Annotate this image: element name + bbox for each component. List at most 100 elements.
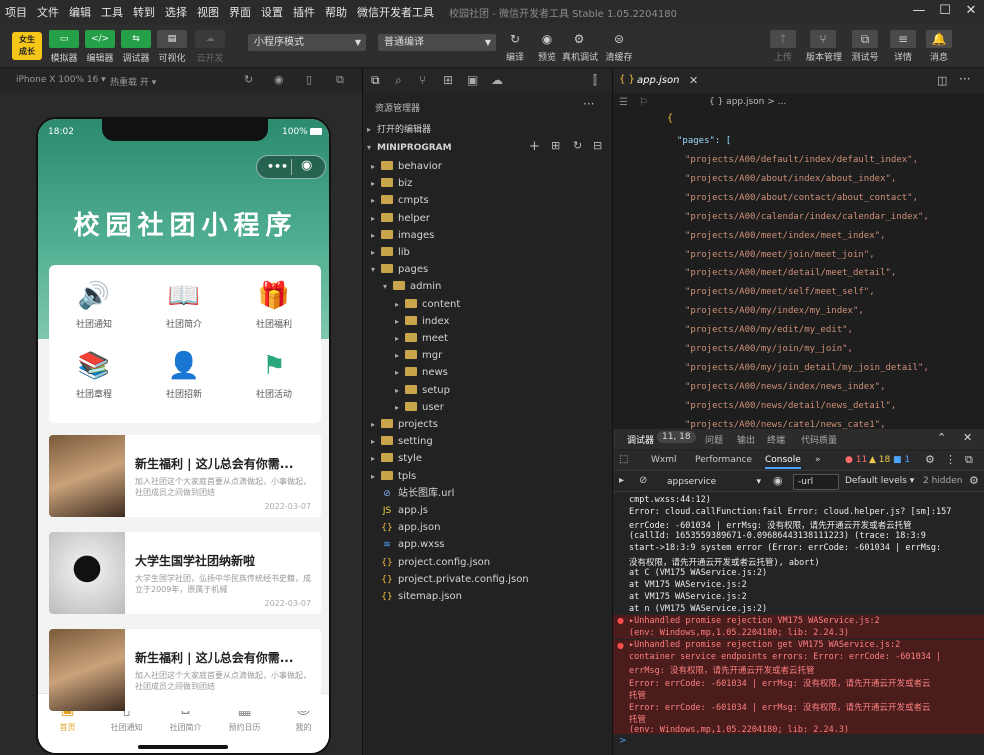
refresh-icon[interactable]: ↻ — [573, 139, 582, 152]
action-button-2[interactable]: ⚙ 真机调试 — [562, 30, 598, 63]
mode-button-0[interactable]: ▭ 模拟器 — [46, 30, 82, 64]
more-icon[interactable]: ⋮ — [945, 453, 956, 466]
files-icon[interactable]: ⧉ — [371, 73, 380, 88]
grid-item-4[interactable]: 👤 社团招新 — [139, 349, 229, 400]
eye-icon[interactable]: ◉ — [773, 474, 783, 487]
close-mini-icon[interactable]: ◉ — [301, 158, 312, 173]
tree-item-user[interactable]: ▸ user — [395, 399, 444, 416]
split-icon[interactable]: ⫿ — [593, 73, 597, 88]
record-icon[interactable]: ◉ — [274, 73, 284, 86]
menu-item-7[interactable]: 界面 — [224, 4, 256, 20]
tree-item-setup[interactable]: ▸ setup — [395, 382, 450, 399]
tree-item-news[interactable]: ▸ news — [395, 364, 448, 381]
news-item[interactable]: 大学生国学社团纳新啦 大学生国学社团，弘扬中华民族传统经书史籍，成立于2009年，… — [49, 532, 321, 614]
search-icon[interactable]: ⌕ — [395, 73, 402, 88]
list-icon[interactable]: ☰ — [619, 97, 628, 108]
tree-item-projects[interactable]: ▸ projects — [371, 416, 438, 433]
close-tab-icon[interactable]: ✕ — [689, 74, 698, 87]
warning-count[interactable]: ▲ 18 — [869, 455, 890, 465]
tree-item-app-js[interactable]: JS app.js — [371, 502, 428, 519]
menu-item-9[interactable]: 插件 — [288, 4, 320, 20]
right-action-4[interactable]: 🔔 消息 — [922, 30, 956, 63]
mini-program-capsule[interactable]: ••• ◉ — [256, 155, 326, 179]
tree-item-style[interactable]: ▸ style — [371, 450, 422, 467]
action-button-0[interactable]: ↻ 编译 — [498, 30, 532, 63]
menu-item-10[interactable]: 帮助 — [320, 4, 352, 20]
panel-tab-1[interactable]: 输出 — [737, 433, 755, 446]
mode-button-2[interactable]: ⇆ 调试器 — [118, 30, 154, 64]
menu-item-0[interactable]: 项目 — [0, 4, 32, 20]
dock-icon[interactable]: ⧉ — [965, 453, 973, 467]
grid-item-2[interactable]: 🎁 社团福利 — [229, 279, 319, 330]
device-select[interactable]: iPhone X 100% 16 ▾ — [16, 75, 106, 85]
context-select[interactable]: appservice ▾ — [661, 474, 765, 490]
panel-tab-0[interactable]: 问题 — [705, 433, 723, 446]
grid-item-5[interactable]: ⚑ 社团活动 — [229, 349, 319, 400]
tree-item-admin[interactable]: ▾ admin — [383, 278, 441, 295]
menu-item-4[interactable]: 转到 — [128, 4, 160, 20]
grid-item-0[interactable]: 🔊 社团通知 — [49, 279, 139, 330]
tree-item-sitemap-json[interactable]: {} sitemap.json — [371, 588, 462, 605]
news-item[interactable]: 新生福利 | 这儿总会有你需... 加入社团这个大家庭首要从点滴做起，小事做起，社… — [49, 629, 321, 711]
cloud-icon[interactable]: ☁ — [491, 73, 503, 87]
tree-item-project-config-json[interactable]: {} project.config.json — [371, 554, 490, 571]
debug-icon[interactable]: ▣ — [467, 73, 478, 87]
action-button-1[interactable]: ◉ 预览 — [530, 30, 564, 63]
compile-select[interactable]: 普通编译 ▼ — [378, 34, 496, 51]
error-count[interactable]: ● 11 — [845, 455, 867, 465]
split-editor-icon[interactable]: ◫ — [937, 74, 947, 87]
tree-item-project-private-config-json[interactable]: {} project.private.config.json — [371, 571, 528, 588]
open-editors-section[interactable]: ▸ 打开的编辑器 — [367, 121, 431, 138]
grid-item-3[interactable]: 📚 社团章程 — [49, 349, 139, 400]
right-action-3[interactable]: ≡ 详情 — [886, 30, 920, 63]
tree-item-url[interactable]: ⊘ 站长图库.url — [371, 485, 454, 502]
grid-item-1[interactable]: 📖 社团简介 — [139, 279, 229, 330]
tree-item-meet[interactable]: ▸ meet — [395, 330, 448, 347]
tree-item-app-wxss[interactable]: ≋ app.wxss — [371, 536, 444, 553]
devtools-tab-item[interactable]: » — [815, 455, 821, 465]
tree-item-images[interactable]: ▸ images — [371, 227, 434, 244]
menu-item-6[interactable]: 视图 — [192, 4, 224, 20]
news-item[interactable]: 新生福利 | 这儿总会有你需... 加入社团这个大家庭首要从点滴做起，小事做起，社… — [49, 435, 321, 517]
right-action-1[interactable]: ⑂ 版本管理 — [806, 30, 842, 63]
tree-item-tpls[interactable]: ▸ tpls — [371, 468, 416, 485]
more-icon[interactable]: ••• — [267, 160, 288, 173]
refresh-icon[interactable]: ↻ — [244, 73, 253, 86]
hot-reload-select[interactable]: 热重载 开 ▾ — [110, 75, 156, 88]
avatar[interactable]: 女生 成长 — [12, 32, 42, 60]
git-icon[interactable]: ⑂ — [419, 73, 426, 87]
info-count[interactable]: ■ 1 — [893, 455, 910, 465]
new-folder-icon[interactable]: ⊞ — [551, 139, 560, 152]
menu-item-1[interactable]: 文件 — [32, 4, 64, 20]
console-prompt[interactable]: > — [619, 736, 627, 746]
right-action-2[interactable]: ⧉ 测试号 — [848, 30, 882, 63]
menu-item-8[interactable]: 设置 — [256, 4, 288, 20]
tree-item-pages[interactable]: ▾ pages — [371, 261, 428, 278]
close-window-button[interactable]: ✕ — [958, 0, 984, 24]
miniprogram-root[interactable]: ▾ MINIPROGRAM — [367, 139, 452, 156]
bookmark-icon[interactable]: ⚐ — [639, 97, 648, 108]
tree-item-app-json[interactable]: {} app.json — [371, 519, 440, 536]
tree-item-biz[interactable]: ▸ biz — [371, 175, 412, 192]
gear-icon[interactable]: ⚙ — [969, 474, 979, 487]
right-action-0[interactable]: ↑ 上传 — [766, 30, 800, 63]
tree-item-behavior[interactable]: ▸ behavior — [371, 158, 442, 175]
more-icon[interactable]: ··· — [583, 97, 594, 111]
tab-app-json[interactable]: app.json — [637, 75, 679, 86]
phone-icon[interactable]: ▯ — [306, 73, 312, 86]
mode-button-3[interactable]: ▤ 可视化 — [154, 30, 190, 64]
panel-tab-2[interactable]: 终端 — [767, 433, 785, 446]
inspect-icon[interactable]: ⬚ — [619, 454, 628, 465]
tree-item-cmpts[interactable]: ▸ cmpts — [371, 192, 429, 209]
levels-select[interactable]: Default levels ▾ — [845, 476, 914, 486]
tree-item-content[interactable]: ▸ content — [395, 296, 460, 313]
collapse-icon[interactable]: ⊟ — [593, 139, 602, 152]
sidebar-toggle-icon[interactable]: ▸ — [619, 475, 624, 486]
extensions-icon[interactable]: ⊞ — [443, 73, 453, 87]
panel-tab-3[interactable]: 代码质量 — [801, 433, 837, 446]
collapse-panel-icon[interactable]: ⌃ — [937, 431, 946, 444]
tree-item-mgr[interactable]: ▸ mgr — [395, 347, 442, 364]
minimize-button[interactable]: — — [906, 0, 932, 24]
tree-item-lib[interactable]: ▸ lib — [371, 244, 410, 261]
new-file-icon[interactable]: + — [529, 139, 540, 154]
